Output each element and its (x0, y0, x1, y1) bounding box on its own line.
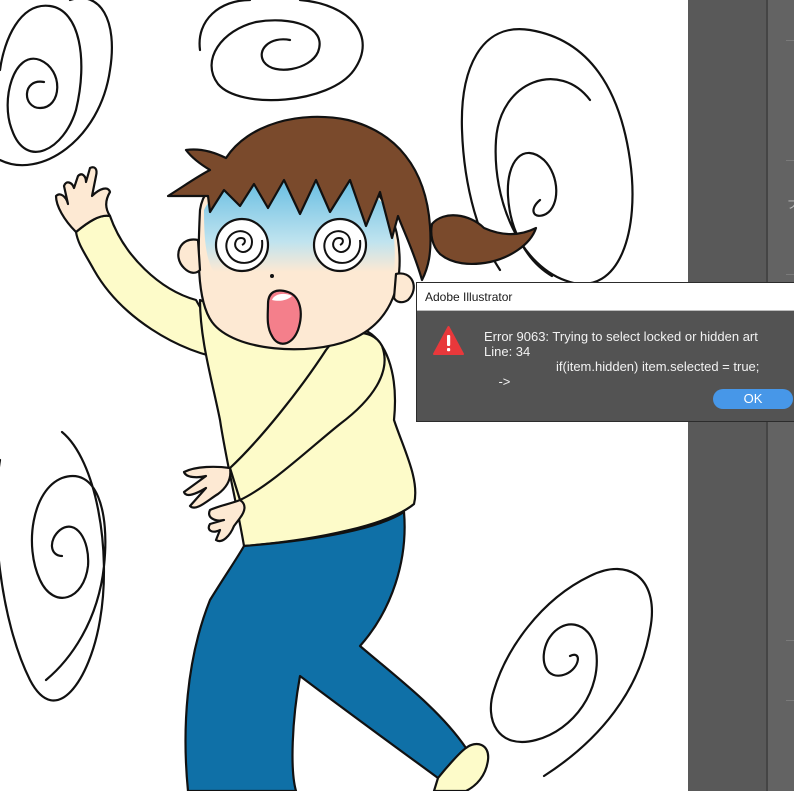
panel-tick (786, 40, 794, 41)
panel-label: プ (787, 198, 794, 211)
warning-icon (433, 326, 464, 355)
left-ear (177, 238, 202, 274)
character-illustration (54, 115, 538, 791)
swirl-top-middle (210, 0, 364, 102)
panel-tick (786, 274, 794, 275)
error-line-number: Line: 34 (484, 344, 531, 359)
dialog-title: Adobe Illustrator (425, 289, 513, 304)
code-arrow: -> (498, 374, 511, 389)
ok-button[interactable]: OK (713, 389, 793, 409)
ponytail (430, 214, 538, 265)
panel-tick (786, 160, 794, 161)
swirl-bottom-left (0, 430, 107, 702)
right-ear (392, 272, 415, 304)
error-message: Error 9063: Trying to select locked or h… (484, 329, 758, 344)
swirl-top-left (0, 4, 83, 153)
swirl-top-middle-outer (198, 0, 252, 52)
error-dialog: Adobe Illustrator Error 9063: Trying to … (416, 282, 794, 422)
swirl-bottom-right (489, 567, 653, 778)
pants (184, 510, 468, 791)
panel-tick (786, 700, 794, 701)
error-code-line: -> if(item.hidden) item.selected = true; (484, 359, 759, 419)
nose (270, 274, 274, 278)
code-snippet: if(item.hidden) item.selected = true; (556, 359, 760, 374)
dialog-titlebar[interactable]: Adobe Illustrator (417, 283, 794, 311)
panel-tick (786, 640, 794, 641)
